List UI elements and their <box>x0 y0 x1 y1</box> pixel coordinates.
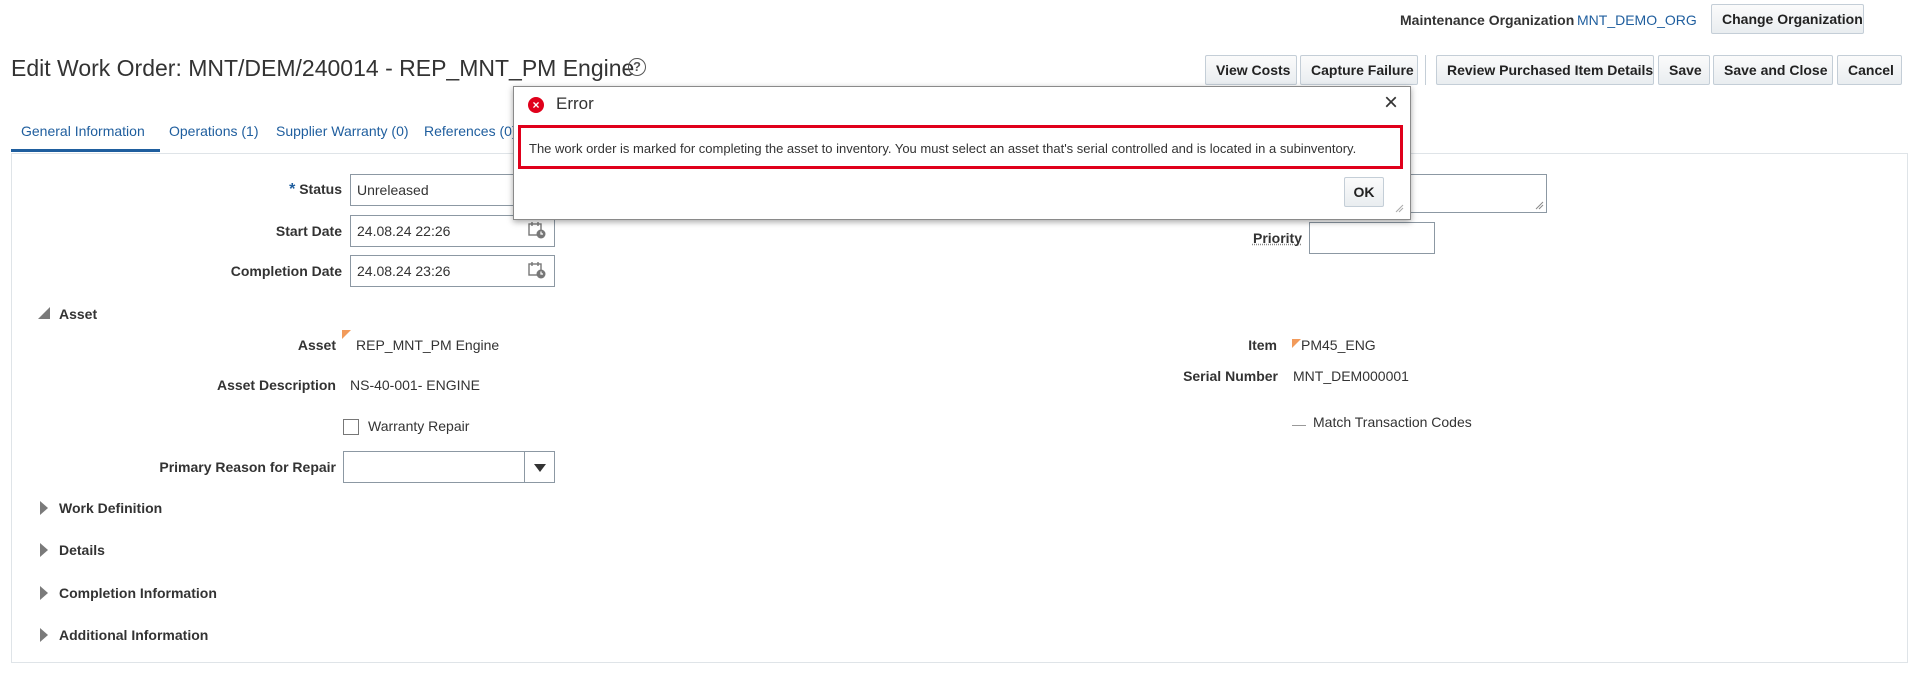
dialog-title: Error <box>556 94 594 113</box>
error-message-box: The work order is marked for completing … <box>518 125 1403 169</box>
completion-date-value: 24.08.24 23:26 <box>357 263 451 279</box>
review-purchased-item-details-button[interactable]: Review Purchased Item Details <box>1436 55 1654 85</box>
asset-value: REP_MNT_PM Engine <box>356 337 500 353</box>
change-organization-button[interactable]: Change Organization <box>1711 4 1864 34</box>
maintenance-org-link[interactable]: MNT_DEMO_ORG <box>1577 12 1697 28</box>
item-label: Item <box>1248 337 1277 353</box>
priority-field[interactable] <box>1309 222 1435 254</box>
status-field[interactable]: Unreleased <box>350 174 520 206</box>
expand-triangle-icon[interactable] <box>40 586 48 600</box>
primary-reason-label: Primary Reason for Repair <box>159 459 336 475</box>
calendar-icon[interactable] <box>527 220 547 240</box>
chevron-down-icon[interactable] <box>524 452 554 482</box>
tab-active-underline <box>11 149 160 152</box>
section-completion-information[interactable]: Completion Information <box>59 585 217 601</box>
item-value: PM45_ENG <box>1301 337 1376 353</box>
completion-date-field[interactable]: 24.08.24 23:26 <box>350 255 555 287</box>
asset-description-value: NS-40-001- ENGINE <box>350 377 480 393</box>
match-transaction-codes-label: Match Transaction Codes <box>1313 414 1472 430</box>
cancel-button[interactable]: Cancel <box>1837 55 1902 85</box>
warranty-repair-label: Warranty Repair <box>368 418 470 434</box>
tab-operations[interactable]: Operations (1) <box>169 123 258 139</box>
calendar-icon[interactable] <box>527 260 547 280</box>
expand-triangle-icon[interactable] <box>40 543 48 557</box>
error-message: The work order is marked for completing … <box>529 141 1357 156</box>
error-icon: × <box>528 97 544 113</box>
tab-references[interactable]: References (0) <box>424 123 517 139</box>
view-costs-button[interactable]: View Costs <box>1205 55 1297 85</box>
required-mark: * <box>289 181 296 198</box>
section-work-definition[interactable]: Work Definition <box>59 500 162 516</box>
resize-handle-icon[interactable] <box>1394 203 1404 213</box>
section-additional-information[interactable]: Additional Information <box>59 627 208 643</box>
changed-indicator-icon <box>1292 339 1301 348</box>
serial-number-value: MNT_DEM000001 <box>1293 368 1409 384</box>
page-title: Edit Work Order: MNT/DEM/240014 - REP_MN… <box>11 55 635 81</box>
collapse-triangle-icon[interactable] <box>38 307 50 319</box>
start-date-value: 24.08.24 22:26 <box>357 223 451 239</box>
maintenance-org-label: Maintenance Organization <box>1400 12 1575 28</box>
save-and-close-button[interactable]: Save and Close <box>1713 55 1833 85</box>
expand-triangle-icon[interactable] <box>40 628 48 642</box>
save-button[interactable]: Save <box>1658 55 1710 85</box>
resize-handle-icon <box>1535 201 1544 210</box>
toolbar-divider <box>1425 55 1426 85</box>
capture-failure-button[interactable]: Capture Failure <box>1300 55 1418 85</box>
warranty-repair-checkbox[interactable] <box>343 419 359 435</box>
serial-number-label: Serial Number <box>1183 368 1278 384</box>
completion-date-label: Completion Date <box>230 263 342 279</box>
changed-indicator-icon <box>342 330 351 339</box>
tab-supplier-warranty[interactable]: Supplier Warranty (0) <box>276 123 409 139</box>
close-icon[interactable]: × <box>1384 89 1398 117</box>
help-icon[interactable]: ? <box>628 58 646 76</box>
asset-description-label: Asset Description <box>216 377 336 393</box>
tab-general-information[interactable]: General Information <box>21 123 145 139</box>
expand-triangle-icon[interactable] <box>40 501 48 515</box>
ok-button[interactable]: OK <box>1344 177 1384 207</box>
section-asset-title[interactable]: Asset <box>59 306 97 322</box>
status-label: * Status <box>289 181 342 198</box>
start-date-label: Start Date <box>275 223 342 239</box>
section-details[interactable]: Details <box>59 542 105 558</box>
match-transaction-codes-checkbox[interactable] <box>1292 425 1306 426</box>
primary-reason-select[interactable] <box>343 451 555 483</box>
error-dialog: × Error × The work order is marked for c… <box>513 86 1411 220</box>
priority-label: Priority <box>1252 230 1302 246</box>
asset-label: Asset <box>297 337 336 353</box>
